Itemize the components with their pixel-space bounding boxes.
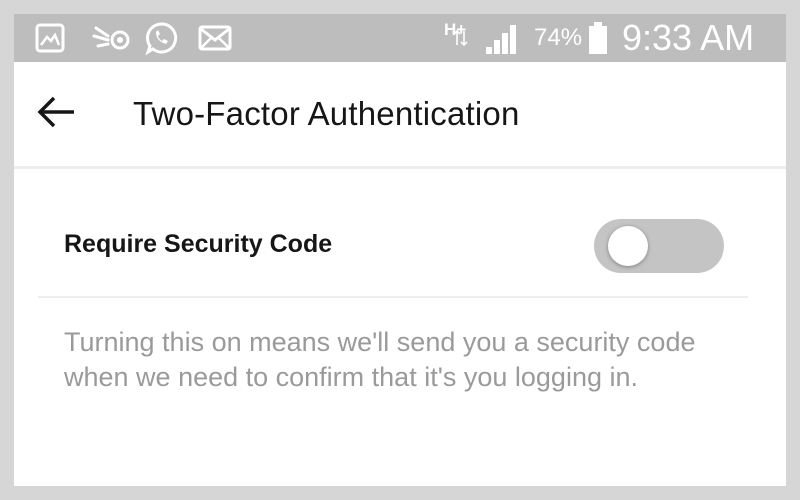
back-button[interactable] bbox=[32, 90, 80, 138]
signal-strength-icon bbox=[484, 14, 524, 62]
require-security-code-row[interactable]: Require Security Code bbox=[38, 169, 748, 298]
status-bar: H+ 74% 9:33 AM bbox=[14, 14, 786, 62]
phone-screen: H+ 74% 9:33 AM Two-Factor Authentication… bbox=[14, 14, 786, 486]
battery-percent: 74% bbox=[534, 24, 583, 51]
data-arrows-icon bbox=[454, 28, 468, 48]
page-title: Two-Factor Authentication bbox=[133, 95, 520, 132]
whatsapp-icon bbox=[144, 14, 180, 62]
arrow-left-icon bbox=[36, 96, 76, 133]
status-time: 9:33 AM bbox=[622, 17, 755, 58]
require-security-code-toggle[interactable] bbox=[594, 209, 726, 281]
gallery-icon bbox=[34, 14, 66, 62]
signal-app-icon bbox=[92, 14, 132, 62]
setting-label: Require Security Code bbox=[64, 230, 333, 258]
battery-icon bbox=[588, 14, 608, 62]
toggle-thumb bbox=[608, 226, 648, 266]
mail-icon bbox=[198, 14, 232, 62]
setting-description: Turning this on means we'll send you a s… bbox=[64, 327, 696, 392]
app-bar: Two-Factor Authentication bbox=[14, 62, 786, 169]
